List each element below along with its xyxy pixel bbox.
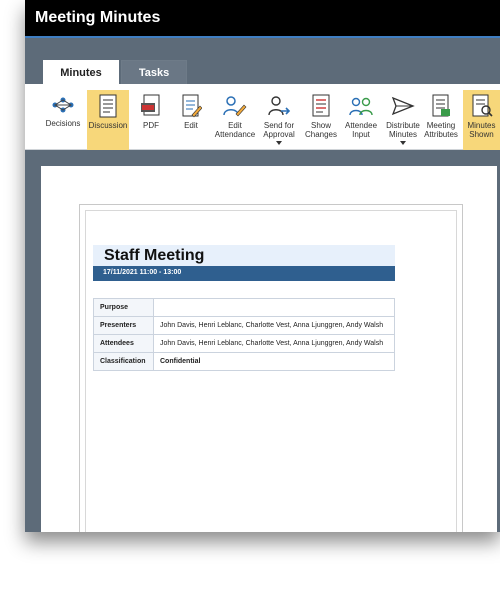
tab-tasks[interactable]: Tasks: [121, 60, 187, 84]
edit-document-icon: [182, 94, 202, 118]
chevron-down-icon[interactable]: [400, 141, 406, 145]
row-value: John Davis, Henri Leblanc, Charlotte Ves…: [153, 334, 395, 353]
row-label: Classification: [93, 352, 154, 371]
tab-minutes[interactable]: Minutes: [43, 60, 119, 85]
meeting-attributes-icon: [432, 94, 450, 117]
app-title: Meeting Minutes: [25, 0, 500, 38]
show-changes-icon: [312, 94, 330, 117]
edit-attendance-icon: [223, 96, 247, 117]
send-paper-plane-icon: [391, 96, 415, 116]
table-row: Attendees John Davis, Henri Leblanc, Cha…: [93, 334, 395, 353]
edit-label: Edit: [184, 121, 198, 130]
decisions-icon: [52, 97, 74, 113]
table-row: Classification Confidential: [93, 352, 395, 371]
distribute-minutes-label-1: Distribute: [386, 121, 420, 130]
discussion-label: Discussion: [88, 121, 128, 130]
edit-attendance-label-2: Attendance: [214, 130, 256, 139]
discussion-icon: [99, 94, 117, 118]
pdf-button[interactable]: PDF: [133, 90, 169, 150]
show-changes-button[interactable]: Show Changes: [301, 90, 341, 150]
row-value: Confidential: [153, 352, 395, 371]
table-row: Presenters John Davis, Henri Leblanc, Ch…: [93, 316, 395, 335]
discussion-button[interactable]: Discussion: [87, 90, 129, 150]
decisions-button[interactable]: Decisions: [43, 90, 83, 150]
row-value: [153, 298, 395, 317]
meeting-title: Staff Meeting: [93, 245, 395, 266]
show-changes-label-1: Show: [310, 121, 331, 130]
edit-attendance-button[interactable]: Edit Attendance: [213, 90, 257, 150]
attendee-input-button[interactable]: Attendee Input: [341, 90, 381, 150]
decisions-label: Decisions: [45, 119, 81, 128]
minutes-shown-icon: [472, 94, 493, 117]
edit-attendance-label-1: Edit: [228, 121, 242, 130]
minutes-shown-button[interactable]: Minutes Shown: [463, 90, 500, 150]
tab-strip: Minutes Tasks: [25, 38, 500, 85]
chevron-down-icon[interactable]: [276, 141, 282, 145]
distribute-minutes-button[interactable]: Distribute Minutes: [381, 90, 425, 150]
pdf-icon: [141, 94, 160, 116]
send-for-approval-label-2: Approval: [263, 130, 295, 139]
row-label: Attendees: [93, 334, 154, 353]
ribbon-toolbar: Decisions Discussion PDF Edit Edit Atten…: [25, 84, 500, 150]
row-value: John Davis, Henri Leblanc, Charlotte Ves…: [153, 316, 395, 335]
table-row: Purpose: [93, 298, 395, 317]
row-label: Purpose: [93, 298, 154, 317]
meeting-attributes-label-2: Attributes: [424, 130, 458, 139]
row-label: Presenters: [93, 316, 154, 335]
minutes-shown-label-2: Shown: [469, 130, 494, 139]
meeting-date: 17/11/2021 11:00 - 13:00: [93, 266, 395, 281]
send-approval-icon: [268, 96, 291, 116]
attendee-input-label-2: Input: [352, 130, 370, 139]
meeting-attributes-label-1: Meeting: [426, 121, 456, 130]
pdf-label: PDF: [143, 121, 159, 130]
send-for-approval-label-1: Send for: [263, 121, 295, 130]
meeting-info-table: Purpose Presenters John Davis, Henri Leb…: [93, 298, 395, 371]
attendee-input-icon: [349, 97, 373, 116]
edit-button[interactable]: Edit: [173, 90, 209, 150]
attendee-input-label-1: Attendee: [344, 121, 378, 130]
send-for-approval-button[interactable]: Send for Approval: [259, 90, 299, 150]
distribute-minutes-label-2: Minutes: [388, 130, 417, 139]
meeting-attributes-button[interactable]: Meeting Attributes: [423, 90, 459, 150]
show-changes-label-2: Changes: [304, 130, 338, 139]
minutes-shown-label-1: Minutes: [467, 121, 496, 130]
